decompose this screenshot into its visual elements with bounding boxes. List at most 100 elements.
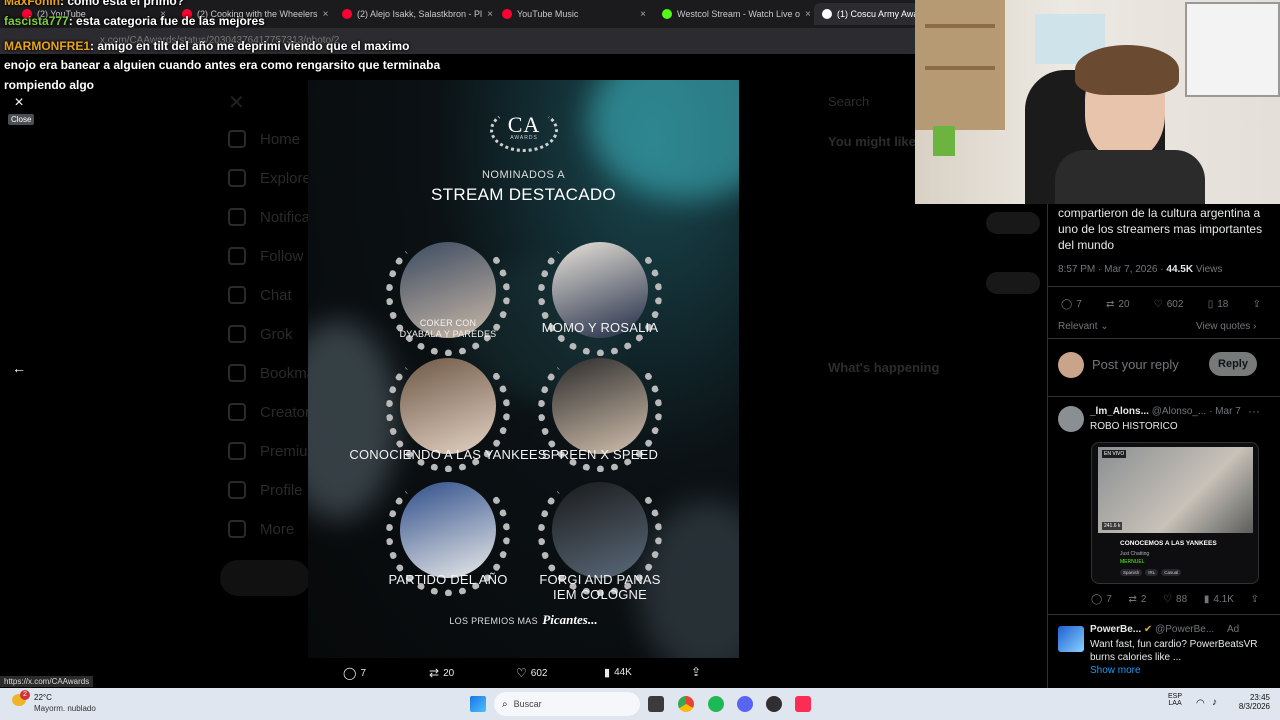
chat-username: fascista777 bbox=[4, 14, 69, 28]
arrow-left-icon[interactable]: ← bbox=[12, 360, 26, 376]
nominee-name: SPREEN X SPEED bbox=[541, 447, 659, 462]
search-placeholder: Search bbox=[828, 94, 870, 109]
tab-close-icon[interactable]: × bbox=[323, 9, 329, 20]
tab-close-icon[interactable]: × bbox=[805, 9, 811, 20]
chat-username: MaxFonin bbox=[4, 0, 60, 8]
share-icon: ⇪ bbox=[1252, 299, 1261, 310]
more-icon[interactable]: ··· bbox=[1248, 404, 1260, 418]
nav-icon bbox=[228, 442, 246, 460]
chat-message: MARMONFRE1: amigo en tilt del año me dep… bbox=[4, 39, 409, 53]
x-logo-icon: ✕ bbox=[228, 92, 245, 114]
close-icon: × bbox=[14, 94, 24, 111]
share-stat[interactable]: ⇪ bbox=[1251, 594, 1259, 605]
taskbar-search[interactable]: ⌕ Buscar bbox=[494, 692, 640, 716]
reply-action[interactable]: ◯ 7 bbox=[343, 666, 366, 680]
bookmark-icon: ▯ bbox=[1207, 299, 1214, 310]
tab-favicon-icon bbox=[822, 9, 832, 19]
sidebar-item: Explore bbox=[228, 169, 311, 187]
clock-time: 23:45 bbox=[1249, 693, 1270, 702]
reply1-repost-count: 2 bbox=[1140, 594, 1147, 605]
view-quotes-link[interactable]: View quotes › bbox=[1196, 321, 1256, 332]
reply1-text: ROBO HISTORICO bbox=[1090, 421, 1178, 432]
tab-close-icon[interactable]: × bbox=[640, 9, 646, 20]
reply1-reply-count: 7 bbox=[1106, 594, 1112, 605]
share-icon: ⇪ bbox=[691, 665, 702, 679]
reply-input[interactable]: Post your reply bbox=[1092, 357, 1179, 372]
browser-tab[interactable]: YouTube Music × bbox=[494, 3, 654, 25]
award-nominees-image: CA AWARDS NOMINADOS A STREAM DESTACADO C… bbox=[308, 80, 739, 658]
chat-text: : como esta el primo? bbox=[60, 0, 185, 8]
views-icon: ▮ bbox=[1203, 594, 1210, 605]
nav-label: Grok bbox=[260, 325, 293, 343]
close-button[interactable]: × bbox=[8, 92, 30, 114]
tiktok-icon[interactable] bbox=[795, 696, 811, 712]
close-tooltip: Close bbox=[8, 114, 35, 125]
reply-stat[interactable]: ◯ 7 bbox=[1061, 299, 1082, 310]
start-button[interactable] bbox=[470, 696, 486, 712]
views-action[interactable]: ▮ 44K bbox=[604, 666, 632, 679]
reply-button[interactable]: Reply bbox=[1209, 352, 1257, 376]
reply-icon: ◯ bbox=[343, 666, 357, 680]
clock[interactable]: 23:45 8/3/2026 bbox=[1232, 693, 1270, 711]
chat-message: MaxFonin: como esta el primo? bbox=[4, 0, 184, 8]
chat-message: rompiendo algo bbox=[4, 78, 94, 92]
lang-sub-label: LAA bbox=[1168, 700, 1182, 707]
repost-icon: ⇄ bbox=[1106, 299, 1115, 310]
sort-dropdown[interactable]: Relevant ⌄ bbox=[1058, 321, 1109, 332]
share-stat[interactable]: ⇪ bbox=[1253, 299, 1261, 310]
nominee-photo bbox=[552, 358, 648, 454]
repost-stat[interactable]: ⇄ 2 bbox=[1128, 594, 1146, 605]
chat-message: fascista777: esta categoria fue de las m… bbox=[4, 14, 265, 28]
tab-close-icon[interactable]: × bbox=[487, 9, 493, 20]
reply1-name[interactable]: _lm_Alons... bbox=[1090, 406, 1149, 417]
reply1-stats: ◯ 7 ⇄ 2 ♡ 88 ▮ 4.1K ⇪ bbox=[1091, 594, 1259, 605]
tab-label: YouTube Music bbox=[517, 9, 579, 19]
tweet-text: compartieron de la cultura argentina a u… bbox=[1058, 206, 1263, 252]
show-more-link[interactable]: Show more bbox=[1090, 665, 1141, 676]
ad-label: Ad bbox=[1226, 624, 1240, 635]
views-stat[interactable]: ▮ 4.1K bbox=[1204, 594, 1234, 605]
heart-icon: ♡ bbox=[1163, 594, 1173, 605]
ad-name[interactable]: PowerBe... bbox=[1090, 624, 1141, 635]
tweet-views-label: Views bbox=[1195, 264, 1223, 275]
like-stat[interactable]: ♡ 88 bbox=[1163, 594, 1187, 605]
embed-tag: IRL bbox=[1145, 569, 1159, 576]
reply-count: 7 bbox=[360, 667, 366, 679]
like-stat[interactable]: ♡ 602 bbox=[1154, 299, 1184, 310]
share-action[interactable]: ⇪ bbox=[691, 665, 701, 679]
browser-tab[interactable]: Westcol Stream - Watch Live o × bbox=[654, 3, 814, 25]
file-explorer-icon[interactable] bbox=[648, 696, 664, 712]
reply1-header: _lm_Alons... @Alonso_... · Mar 7 bbox=[1090, 406, 1241, 417]
weather-temp[interactable]: 22°C bbox=[34, 693, 52, 702]
reply1-embed-image[interactable]: EN VIVO 241.6 k CONOCEMOS A LAS YANKEES … bbox=[1091, 442, 1259, 584]
spotify-icon[interactable] bbox=[708, 696, 724, 712]
tweet-meta: 8:57 PM · Mar 7, 2026 · 44.5K Views bbox=[1058, 264, 1222, 275]
wifi-icon[interactable]: ◠ bbox=[1196, 698, 1205, 709]
bookmark-stat[interactable]: ▯ 18 bbox=[1208, 299, 1229, 310]
reply1-like-count: 88 bbox=[1176, 594, 1188, 605]
repost-icon: ⇄ bbox=[429, 666, 440, 680]
verified-icon: ✔ bbox=[1143, 624, 1153, 635]
chat-text: : amigo en tilt del año me deprimi viend… bbox=[90, 39, 410, 53]
nav-icon bbox=[228, 130, 246, 148]
obs-icon[interactable] bbox=[766, 696, 782, 712]
tweet-stats: ◯ 7 ⇄ 20 ♡ 602 ▯ 18 ⇪ bbox=[1061, 299, 1261, 310]
sidebar-item: Profile bbox=[228, 481, 303, 499]
ad-text: Want fast, fun cardio? PowerBeatsVR burn… bbox=[1090, 639, 1258, 663]
embed-tag: Casual bbox=[1161, 569, 1182, 576]
modal-action-bar: ◯ 7 ⇄ 20 ♡ 602 ▮ 44K ⇪ bbox=[308, 660, 739, 686]
repost-stat[interactable]: ⇄ 20 bbox=[1106, 299, 1130, 310]
discord-icon[interactable] bbox=[737, 696, 753, 712]
nav-label: Explore bbox=[260, 169, 311, 187]
reply-stat[interactable]: ◯ 7 bbox=[1091, 594, 1112, 605]
sidebar-item: Grok bbox=[228, 325, 293, 343]
tweet-detail-column: compartieron de la cultura argentina a u… bbox=[1047, 204, 1280, 688]
like-action[interactable]: ♡ 602 bbox=[516, 666, 547, 680]
nominee-name: CONOCIENDO A LAS YANKEES bbox=[349, 447, 547, 462]
browser-tab[interactable]: (2) Alejo Isakk, Salastkbron - Pl × bbox=[334, 3, 494, 25]
chrome-icon[interactable] bbox=[678, 696, 694, 712]
volume-icon[interactable]: ♪ bbox=[1212, 697, 1217, 708]
share-icon: ⇪ bbox=[1250, 594, 1259, 605]
lang-indicator[interactable]: ESP LAA bbox=[1168, 693, 1182, 707]
repost-action[interactable]: ⇄ 20 bbox=[429, 666, 454, 680]
